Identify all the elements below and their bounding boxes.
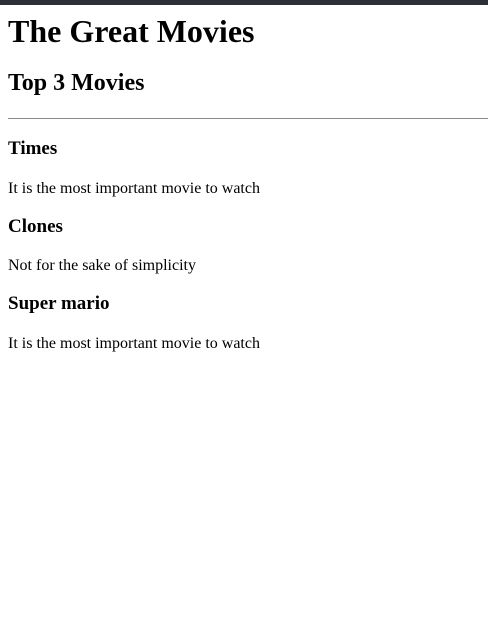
movie-description-super-mario: It is the most important movie to watch — [8, 335, 260, 352]
movie-title-super-mario: Super mario — [8, 293, 110, 314]
movie-description-clones: Not for the sake of simplicity — [8, 257, 196, 274]
movie-description-times: It is the most important movie to watch — [8, 180, 260, 197]
section-divider — [8, 118, 488, 119]
section-title: Top 3 Movies — [8, 70, 145, 96]
page-title: The Great Movies — [8, 13, 255, 49]
movie-title-clones: Clones — [8, 216, 63, 237]
browser-top-bar — [0, 0, 488, 5]
movie-title-times: Times — [8, 138, 58, 159]
